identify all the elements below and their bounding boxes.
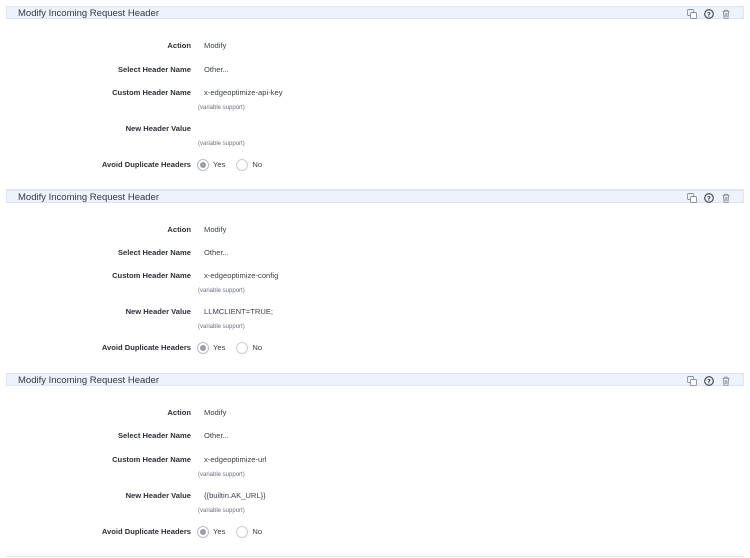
avoid-duplicate-label: Avoid Duplicate Headers	[101, 527, 191, 536]
select-header-row: Select Header Name Other...	[6, 246, 744, 260]
new-value-input[interactable]: LLMCLIENT=TRUE;	[204, 305, 273, 319]
custom-header-hint: (variable support)	[198, 472, 245, 478]
section-title: Modify Incoming Request Header	[18, 8, 159, 19]
trash-icon[interactable]	[721, 193, 731, 203]
new-value-label: New Header Value	[125, 491, 191, 500]
section-header: Modify Incoming Request Header ?	[6, 6, 744, 19]
yes-radio[interactable]	[197, 342, 209, 354]
select-header-row: Select Header Name Other...	[6, 63, 744, 77]
no-radio-label[interactable]: No	[252, 341, 262, 355]
svg-text:?: ?	[707, 194, 711, 202]
section-header: Modify Incoming Request Header ?	[6, 373, 744, 386]
action-label: Action	[167, 41, 191, 50]
select-header-label: Select Header Name	[117, 65, 191, 74]
no-radio-label[interactable]: No	[252, 525, 262, 539]
yes-radio-label[interactable]: Yes	[213, 341, 225, 355]
new-value-input[interactable]: {{builtin.AK_URL}}	[204, 489, 266, 503]
select-header-label: Select Header Name	[117, 248, 191, 257]
custom-header-label: Custom Header Name	[112, 455, 191, 464]
no-radio-label[interactable]: No	[252, 158, 262, 172]
section-title: Modify Incoming Request Header	[18, 192, 159, 203]
copy-icon[interactable]	[687, 375, 697, 386]
avoid-duplicate-label: Avoid Duplicate Headers	[101, 343, 191, 352]
new-value-row: New Header Value LLMCLIENT=TRUE;	[6, 305, 744, 319]
help-icon[interactable]: ?	[704, 192, 714, 203]
behavior-section: Modify Incoming Request Header ? Action …	[6, 190, 744, 374]
svg-text:?: ?	[707, 10, 711, 18]
custom-header-row: Custom Header Name x-edgeoptimize-config	[6, 269, 744, 283]
new-value-label: New Header Value	[125, 124, 191, 133]
yes-radio-label[interactable]: Yes	[213, 525, 225, 539]
behavior-section: Modify Incoming Request Header ? Action …	[6, 6, 744, 190]
custom-header-input[interactable]: x-edgeoptimize-api-key	[204, 86, 283, 100]
svg-text:?: ?	[707, 377, 711, 385]
new-value-row: New Header Value	[6, 122, 744, 136]
avoid-duplicate-row: Avoid Duplicate Headers Yes No	[6, 158, 744, 172]
copy-icon[interactable]	[687, 8, 697, 19]
action-row: Action Modify	[6, 406, 744, 420]
action-select[interactable]: Modify	[204, 223, 226, 237]
new-value-hint: (variable support)	[198, 141, 245, 147]
copy-icon[interactable]	[687, 192, 697, 203]
action-label: Action	[167, 225, 191, 234]
section-title: Modify Incoming Request Header	[18, 375, 159, 386]
select-header-row: Select Header Name Other...	[6, 429, 744, 443]
no-radio[interactable]	[236, 159, 249, 171]
action-label: Action	[167, 408, 191, 417]
behavior-section: Modify Incoming Request Header ? Action …	[6, 373, 744, 557]
custom-header-hint: (variable support)	[198, 105, 245, 111]
custom-header-row: Custom Header Name x-edgeoptimize-url	[6, 453, 744, 467]
custom-header-row: Custom Header Name x-edgeoptimize-api-ke…	[6, 86, 744, 100]
yes-radio[interactable]	[197, 526, 209, 538]
select-header-label: Select Header Name	[117, 431, 191, 440]
select-header-select[interactable]: Other...	[204, 63, 229, 77]
no-radio[interactable]	[236, 526, 249, 538]
yes-radio-label[interactable]: Yes	[213, 158, 225, 172]
action-row: Action Modify	[6, 223, 744, 237]
custom-header-input[interactable]: x-edgeoptimize-url	[204, 453, 266, 467]
new-value-row: New Header Value {{builtin.AK_URL}}	[6, 489, 744, 503]
custom-header-hint: (variable support)	[198, 288, 245, 294]
yes-radio[interactable]	[197, 159, 209, 171]
help-icon[interactable]: ?	[704, 8, 714, 19]
new-value-hint: (variable support)	[198, 324, 245, 330]
action-select[interactable]: Modify	[204, 406, 226, 420]
no-radio[interactable]	[236, 342, 249, 354]
avoid-duplicate-label: Avoid Duplicate Headers	[101, 160, 191, 169]
custom-header-label: Custom Header Name	[112, 271, 191, 280]
section-header: Modify Incoming Request Header ?	[6, 190, 744, 203]
avoid-duplicate-row: Avoid Duplicate Headers Yes No	[6, 341, 744, 355]
custom-header-label: Custom Header Name	[112, 88, 191, 97]
new-value-hint: (variable support)	[198, 508, 245, 514]
trash-icon[interactable]	[721, 376, 731, 386]
action-row: Action Modify	[6, 39, 744, 53]
avoid-duplicate-row: Avoid Duplicate Headers Yes No	[6, 525, 744, 539]
new-value-label: New Header Value	[125, 307, 191, 316]
help-icon[interactable]: ?	[704, 375, 714, 386]
select-header-select[interactable]: Other...	[204, 246, 229, 260]
custom-header-input[interactable]: x-edgeoptimize-config	[204, 269, 278, 283]
action-select[interactable]: Modify	[204, 39, 226, 53]
select-header-select[interactable]: Other...	[204, 429, 229, 443]
trash-icon[interactable]	[721, 9, 731, 19]
